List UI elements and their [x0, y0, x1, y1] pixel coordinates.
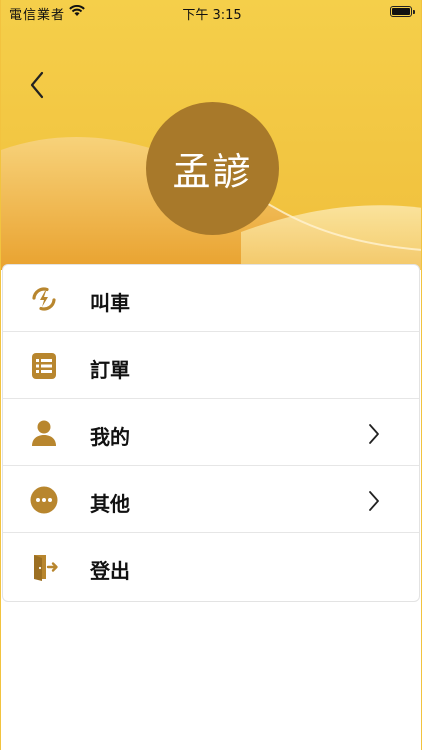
battery-icon — [390, 6, 415, 17]
chevron-right-icon — [369, 491, 379, 511]
menu-item-label: 其他 — [90, 492, 130, 516]
menu-item-call-car[interactable]: 叫車 — [3, 265, 419, 332]
menu-item-orders[interactable]: 訂單 — [3, 332, 419, 399]
lightning-swap-icon — [32, 287, 56, 311]
avatar-name: 孟諺 — [172, 150, 253, 194]
status-bar: 電信業者 下午 3:15 — [1, 0, 421, 24]
list-icon — [32, 353, 56, 379]
status-time: 下午 3:15 — [182, 8, 242, 23]
menu-list: 叫車 訂單 我的 其他 登出 — [2, 264, 420, 602]
more-dots-icon — [30, 486, 58, 514]
drawer-page: 電信業者 下午 3:15 孟諺 叫車 訂單 我的 其他 登出 — [0, 0, 422, 750]
menu-item-logout[interactable]: 登出 — [3, 533, 419, 600]
chevron-right-icon — [369, 424, 379, 444]
menu-item-label: 我的 — [90, 425, 130, 449]
menu-item-label: 訂單 — [90, 358, 130, 382]
menu-item-other[interactable]: 其他 — [3, 466, 419, 533]
menu-item-mine[interactable]: 我的 — [3, 399, 419, 466]
menu-item-label: 叫車 — [90, 291, 130, 315]
person-icon — [32, 420, 56, 446]
back-arrow-icon[interactable] — [25, 70, 51, 100]
avatar[interactable]: 孟諺 — [146, 102, 279, 235]
menu-item-label: 登出 — [90, 559, 130, 583]
logout-icon — [34, 555, 58, 581]
